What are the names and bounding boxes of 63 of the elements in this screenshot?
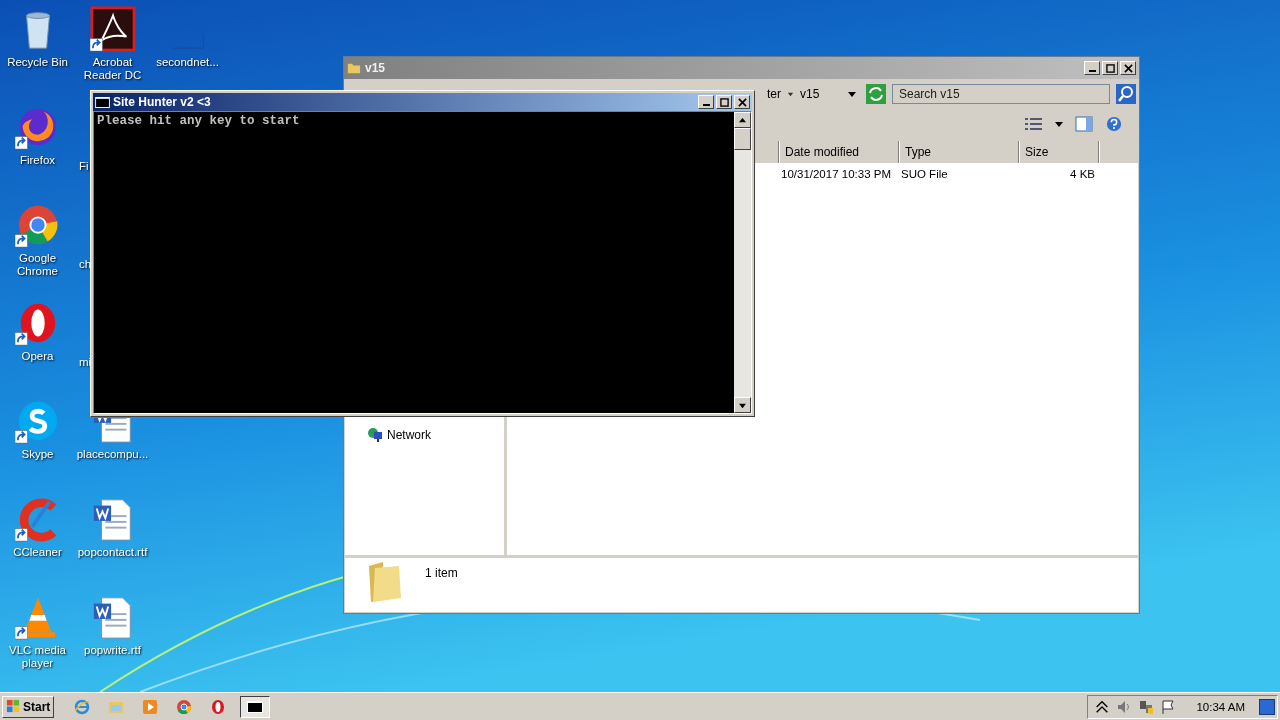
- breadcrumb[interactable]: ter: [767, 87, 781, 101]
- cmd-taskbar-icon[interactable]: [240, 695, 271, 718]
- window-title: Site Hunter v2 <3: [113, 95, 212, 109]
- view-list-icon[interactable]: [1025, 116, 1043, 132]
- desktop-icon-label[interactable]: Firefox: [19, 154, 56, 167]
- help-icon[interactable]: [1105, 116, 1123, 132]
- scroll-down-button[interactable]: [734, 397, 751, 413]
- desktop-icon-label[interactable]: Google Chrome: [1, 252, 74, 278]
- dropdown-arrow-icon[interactable]: [848, 90, 856, 98]
- desktop-icon-label[interactable]: Acrobat Reader DC: [76, 56, 149, 82]
- console-text: Please hit any key to start: [97, 114, 301, 128]
- maximize-icon: [1105, 63, 1115, 73]
- maximize-button[interactable]: [1102, 61, 1118, 75]
- desktop-icon-label[interactable]: secondnet...: [156, 56, 219, 69]
- console-icon: [95, 96, 110, 108]
- scroll-thumb[interactable]: [734, 128, 751, 150]
- close-icon: [737, 97, 747, 107]
- maximize-button[interactable]: [716, 95, 732, 109]
- column-header[interactable]: Type: [899, 141, 1019, 163]
- column-header[interactable]: Date modified: [779, 141, 899, 163]
- chevron-up-icon[interactable]: [1094, 698, 1111, 715]
- network-icon[interactable]: [1138, 698, 1155, 715]
- table-cell-text: 10/31/2017 10:33 PM: [781, 168, 892, 180]
- table-cell-text: 4 KB: [1069, 168, 1095, 180]
- minimize-button[interactable]: [698, 95, 714, 109]
- desktop-icon-label[interactable]: mi: [79, 356, 92, 369]
- close-button[interactable]: [734, 95, 750, 109]
- preview-pane-icon[interactable]: [1075, 116, 1093, 132]
- windows-logo-icon: [6, 699, 21, 714]
- folder-icon: [347, 61, 361, 75]
- search-icon[interactable]: [1116, 84, 1136, 104]
- clock[interactable]: 10:34 AM: [1196, 700, 1245, 713]
- desktop-icon-label[interactable]: Skype: [21, 448, 54, 461]
- refresh-icon[interactable]: [866, 84, 886, 104]
- flag-icon[interactable]: [1160, 698, 1177, 715]
- maximize-icon: [719, 97, 729, 107]
- arrow-up-icon: [739, 116, 746, 124]
- minimize-button[interactable]: [1084, 61, 1100, 75]
- column-header[interactable]: Size: [1019, 141, 1099, 163]
- table-cell-text: SUO File: [901, 168, 949, 180]
- start-button[interactable]: Start: [2, 695, 55, 718]
- desktop-icon-label[interactable]: Fi: [79, 160, 89, 173]
- dropdown-arrow-icon[interactable]: [1055, 120, 1063, 128]
- show-desktop-button[interactable]: [1259, 698, 1275, 715]
- desktop-icon-label[interactable]: ch: [79, 258, 92, 271]
- arrow-down-icon: [739, 401, 746, 409]
- nav-item[interactable]: Network: [367, 427, 504, 443]
- chevron-icon: [787, 90, 794, 98]
- desktop-icon-label[interactable]: Recycle Bin: [7, 56, 68, 69]
- window-title: v15: [365, 61, 387, 75]
- status-text: 1 item: [425, 566, 458, 580]
- close-icon: [1123, 63, 1133, 73]
- minimize-icon: [702, 104, 710, 106]
- desktop-icon-label[interactable]: placecompu...: [76, 448, 149, 461]
- minimize-icon: [1088, 70, 1096, 72]
- desktop-icon-label[interactable]: Opera: [21, 350, 54, 363]
- scrollbar[interactable]: [734, 112, 751, 413]
- network-icon: [367, 427, 383, 443]
- close-button[interactable]: [1120, 61, 1136, 75]
- scroll-up-button[interactable]: [734, 112, 751, 128]
- breadcrumb[interactable]: v15: [800, 87, 820, 101]
- search-field[interactable]: Search v15: [892, 84, 1110, 104]
- acrobat-icon[interactable]: [89, 6, 136, 52]
